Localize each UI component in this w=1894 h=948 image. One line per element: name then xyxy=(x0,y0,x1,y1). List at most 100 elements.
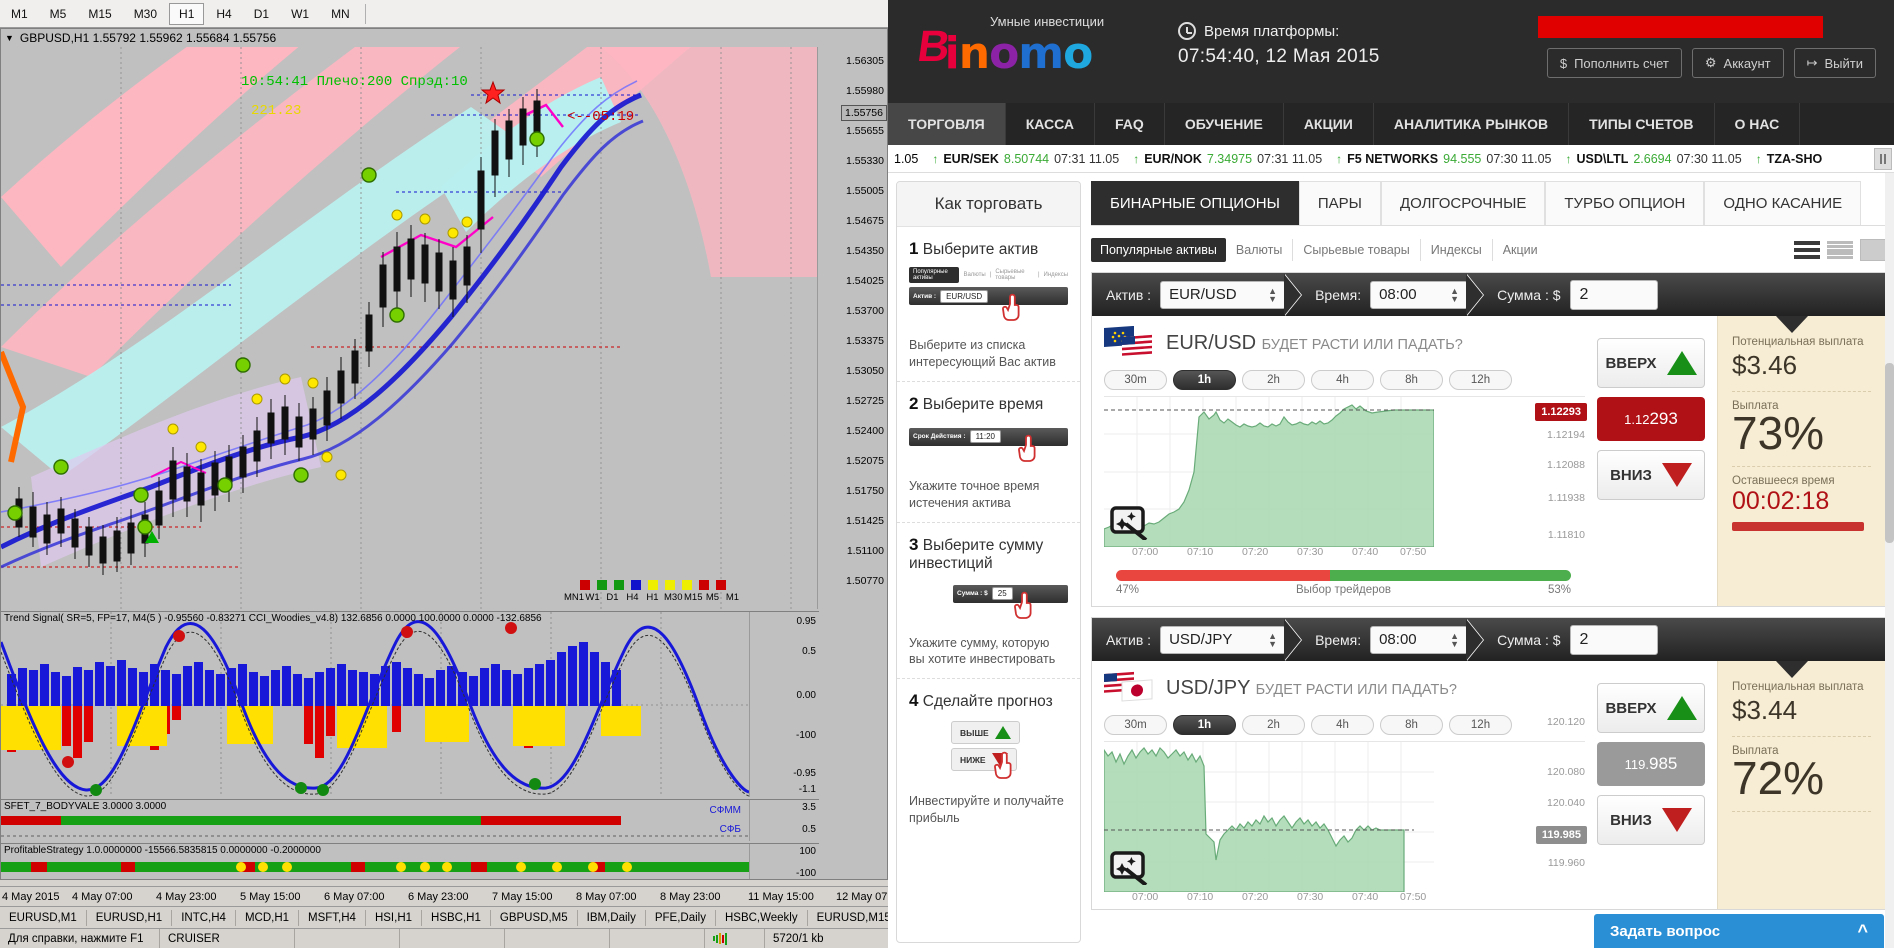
current-price-button[interactable]: 1.12 293 xyxy=(1597,397,1705,441)
current-price-button[interactable]: 119. 985 xyxy=(1597,742,1705,786)
chart-tab[interactable]: EURUSD,M15 xyxy=(808,909,901,926)
nav-item-analytics[interactable]: АНАЛИТИКА РЫНКОВ xyxy=(1374,103,1570,145)
logout-button[interactable]: ↦ Выйти xyxy=(1793,48,1876,78)
ticker-pause-button[interactable] xyxy=(1874,148,1892,170)
tf-m5[interactable]: M5 xyxy=(40,3,77,25)
mt4-chart-area[interactable]: ▼ GBPUSD,H1 1.55792 1.55962 1.55684 1.55… xyxy=(0,28,888,880)
amount-input[interactable]: 2 xyxy=(1569,279,1658,310)
filter-stocks[interactable]: Акции xyxy=(1493,239,1548,261)
collapse-icon[interactable]: ▼ xyxy=(5,33,14,43)
tf-m1[interactable]: M1 xyxy=(1,3,38,25)
amount-input[interactable]: 2 xyxy=(1569,624,1658,655)
stepper-icon[interactable]: ▲ ▼ xyxy=(1450,286,1459,303)
chart-tab[interactable]: HSBC,H1 xyxy=(422,909,491,926)
tab-turbo[interactable]: ТУРБО ОПЦИОН xyxy=(1545,181,1705,225)
ticker-item[interactable]: ↑ F5 NETWORKS 94.555 07:30 11.05 xyxy=(1336,152,1551,166)
chart-tab[interactable]: EURUSD,M1 xyxy=(0,909,87,926)
call-up-button[interactable]: ВВЕРХ xyxy=(1597,338,1705,388)
chart-tab[interactable]: GBPUSD,M5 xyxy=(491,909,578,926)
chart-tf-4h[interactable]: 4h xyxy=(1311,715,1374,735)
put-down-button[interactable]: ВНИЗ xyxy=(1597,795,1705,845)
ticker-item[interactable]: ↑ USD\LTL 2.6694 07:30 11.05 xyxy=(1566,152,1742,166)
ticker-price: 7.34975 xyxy=(1206,151,1253,166)
tab-binary-options[interactable]: БИНАРНЫЕ ОПЦИОНЫ xyxy=(1091,181,1299,225)
stepper-icon[interactable]: ▲ ▼ xyxy=(1450,631,1459,648)
stepper-icon[interactable]: ▲ ▼ xyxy=(1268,631,1277,648)
chart-tab[interactable]: INTC,H4 xyxy=(172,909,236,926)
chart-tab[interactable]: HSI,H1 xyxy=(366,909,423,926)
nav-item-trading[interactable]: ТОРГОВЛЯ xyxy=(888,103,1006,145)
chart-tab[interactable]: MSFT,H4 xyxy=(299,909,366,926)
chart-tf-12h[interactable]: 12h xyxy=(1449,370,1512,390)
legend-m1: M1 xyxy=(725,592,740,603)
tf-h1[interactable]: H1 xyxy=(169,2,205,25)
chart-tab[interactable]: MCD,H1 xyxy=(236,909,300,926)
chart-tf-30m[interactable]: 30m xyxy=(1104,715,1167,735)
nav-item-education[interactable]: ОБУЧЕНИЕ xyxy=(1165,103,1284,145)
call-up-button[interactable]: ВВЕРХ xyxy=(1597,683,1705,733)
chart-tf-2h[interactable]: 2h xyxy=(1242,370,1305,390)
ticker-item[interactable]: ↑ TZA-SHO xyxy=(1756,152,1823,166)
nav-item-faq[interactable]: FAQ xyxy=(1095,103,1165,145)
asset-select[interactable]: EUR/USD ▲ ▼ xyxy=(1160,280,1287,309)
sentiment-up-fill xyxy=(1329,570,1571,581)
chart-tab[interactable]: IBM,Daily xyxy=(578,909,646,926)
filter-indices[interactable]: Индексы xyxy=(1421,239,1493,261)
nav-item-about[interactable]: О НАС xyxy=(1715,103,1801,145)
filter-commodities[interactable]: Сырьевые товары xyxy=(1293,239,1421,261)
page-scrollbar-thumb[interactable] xyxy=(1885,363,1894,543)
nav-item-cashier[interactable]: КАССА xyxy=(1006,103,1096,145)
ind2-tag-2: СФБ xyxy=(719,824,741,835)
filter-currencies[interactable]: Валюты xyxy=(1226,239,1294,261)
tf-mn[interactable]: MN xyxy=(321,3,360,25)
tab-pairs[interactable]: ПАРЫ xyxy=(1298,181,1381,225)
chart-tab[interactable]: PFE,Daily xyxy=(646,909,716,926)
account-button[interactable]: ⚙ Аккаунт xyxy=(1691,48,1784,78)
usdjpy-area-chart[interactable]: 120.120 120.080 120.040 120.000 119.960 … xyxy=(1104,716,1587,892)
chart-tab[interactable]: EURUSD,H1 xyxy=(87,909,173,926)
tf-d1[interactable]: D1 xyxy=(244,3,279,25)
stepper-icon[interactable]: ▲ ▼ xyxy=(1268,286,1277,303)
logo[interactable]: Умные инвестиции B inomo xyxy=(910,12,1140,82)
time-segment: Время: 08:00 ▲ ▼ xyxy=(1301,273,1469,316)
tf-h4[interactable]: H4 xyxy=(206,3,241,25)
chart-tf-2h[interactable]: 2h xyxy=(1242,715,1305,735)
filter-popular[interactable]: Популярные активы xyxy=(1091,238,1226,262)
tf-m15[interactable]: M15 xyxy=(78,3,121,25)
ask-question-widget[interactable]: Задать вопрос ^ xyxy=(1594,914,1884,948)
chart-tf-8h[interactable]: 8h xyxy=(1380,715,1443,735)
card-title: EUR/USD БУДЕТ РАСТИ ИЛИ ПАДАТЬ? xyxy=(1166,332,1463,355)
asset-title-row: EUR/USD БУДЕТ РАСТИ ИЛИ ПАДАТЬ? xyxy=(1104,325,1585,360)
howto-step-2: 2 Выберите время Срок Действия : 11:20 У… xyxy=(897,382,1080,523)
chevron-up-icon[interactable]: ^ xyxy=(1857,921,1868,942)
put-down-button[interactable]: ВНИЗ xyxy=(1597,450,1705,500)
tf-m30[interactable]: M30 xyxy=(124,3,167,25)
chart-tf-1h[interactable]: 1h xyxy=(1173,715,1236,735)
ticker-item[interactable]: ↑ EUR/SEK 8.50744 07:31 11.05 xyxy=(932,152,1119,166)
deposit-button[interactable]: $ Пополнить счет xyxy=(1546,48,1682,78)
nav-item-account-types[interactable]: ТИПЫ СЧЕТОВ xyxy=(1569,103,1715,145)
how-to-trade-panel: Как торговать 1 Выберите актив Популярны… xyxy=(896,181,1081,943)
time-select[interactable]: 08:00 ▲ ▼ xyxy=(1370,280,1469,309)
chart-tf-30m[interactable]: 30m xyxy=(1104,370,1167,390)
time-select[interactable]: 08:00 ▲ ▼ xyxy=(1370,625,1469,654)
chart-tf-1h[interactable]: 1h xyxy=(1173,370,1236,390)
chart-tf-12h[interactable]: 12h xyxy=(1449,715,1512,735)
page-scrollbar-track[interactable] xyxy=(1885,173,1894,948)
chart-tf-8h[interactable]: 8h xyxy=(1380,370,1443,390)
eurusd-area-chart[interactable]: 1.12293 1.12194 1.12088 1.11938 1.11810 xyxy=(1104,396,1587,547)
chart-tab[interactable]: HSBC,Weekly xyxy=(716,909,808,926)
asset-select[interactable]: USD/JPY ▲ ▼ xyxy=(1160,625,1287,654)
magic-wand-icon[interactable] xyxy=(1110,506,1150,540)
ticker-item[interactable]: ↑ EUR/NOK 7.34975 07:31 11.05 xyxy=(1133,152,1322,166)
tab-longterm[interactable]: ДОЛГОСРОЧНЫЕ xyxy=(1380,181,1546,225)
view-large-icon[interactable] xyxy=(1794,239,1820,261)
tf-w1[interactable]: W1 xyxy=(281,3,319,25)
nav-item-promotions[interactable]: АКЦИИ xyxy=(1284,103,1374,145)
tab-one-touch[interactable]: ОДНО КАСАНИЕ xyxy=(1704,181,1862,225)
step-3-title: 3 Выберите сумму инвестиций xyxy=(909,535,1068,573)
view-grid-icon[interactable] xyxy=(1860,239,1886,261)
magic-wand-icon[interactable] xyxy=(1110,851,1150,885)
chart-tf-4h[interactable]: 4h xyxy=(1311,370,1374,390)
view-list-icon[interactable] xyxy=(1827,239,1853,261)
